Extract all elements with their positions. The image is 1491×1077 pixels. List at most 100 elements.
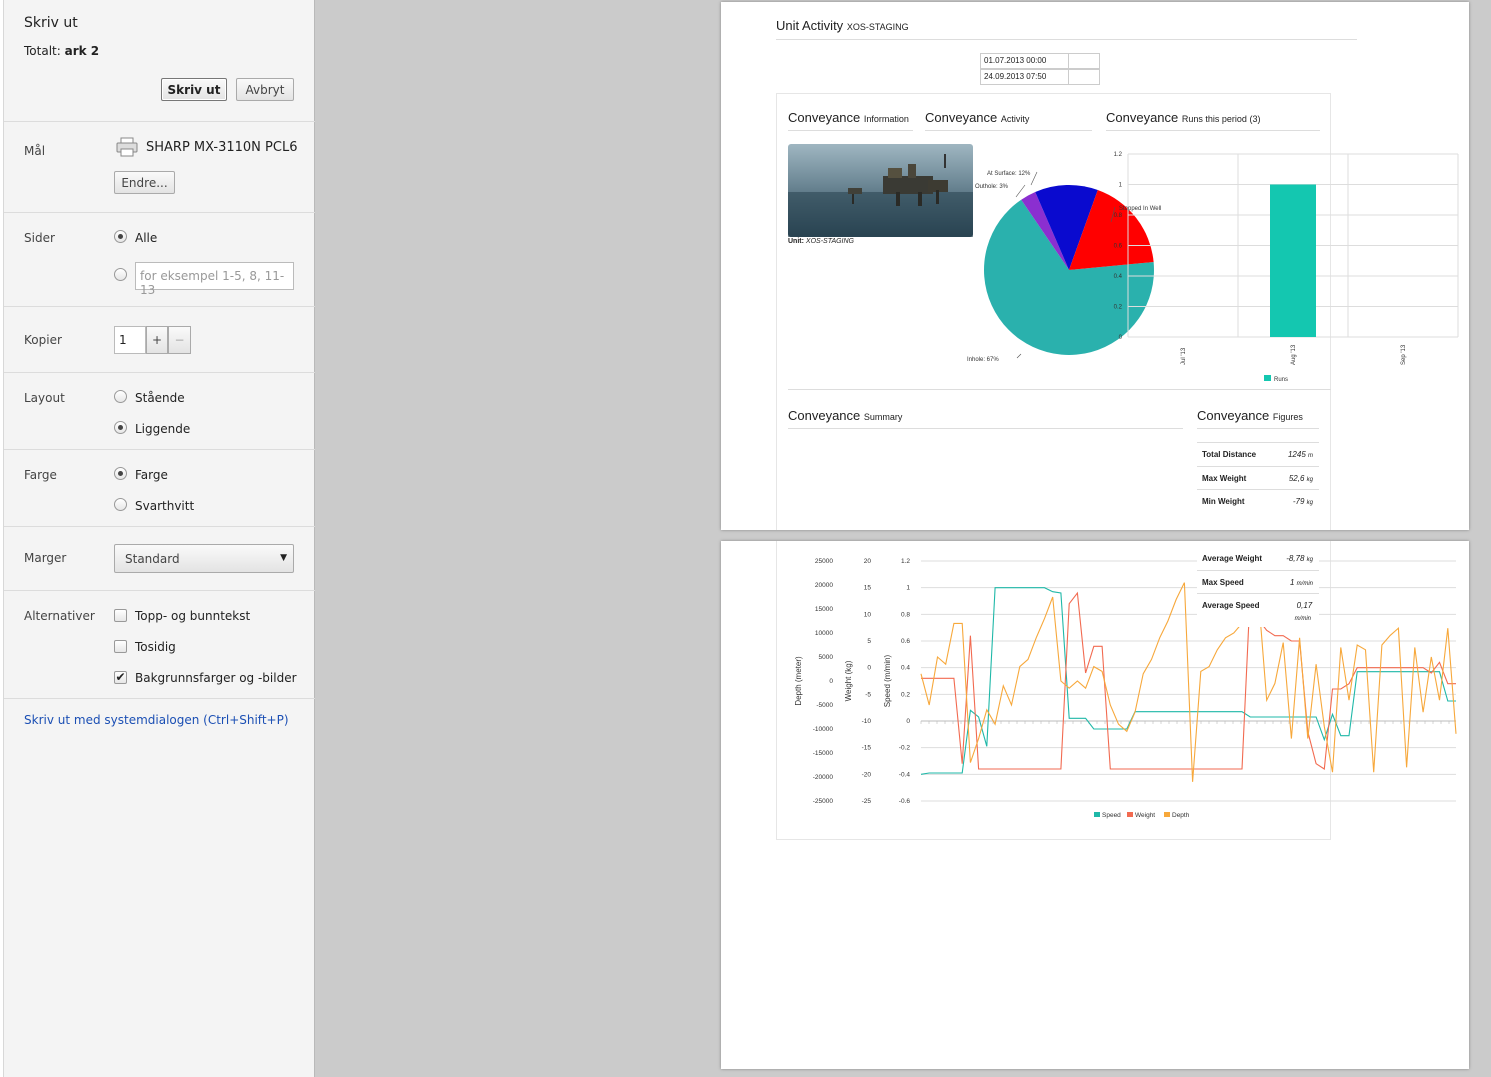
layout-portrait-radio[interactable] — [114, 390, 127, 403]
figure-label: Max Speed — [1202, 578, 1244, 587]
header-footer-checkbox[interactable] — [114, 609, 127, 622]
color-color-label[interactable]: Farge — [135, 468, 168, 482]
system-dialog-link[interactable]: Skriv ut med systemdialogen (Ctrl+Shift+… — [24, 713, 289, 727]
print-settings-panel: Skriv ut Totalt: ark 2 Skriv ut Avbryt M… — [0, 0, 315, 1077]
dialog-title: Skriv ut — [24, 15, 78, 31]
line-legend-label: Speed — [1102, 812, 1121, 819]
cancel-button[interactable]: Avbryt — [236, 78, 294, 101]
speed-axis-tick: 0.8 — [901, 611, 910, 618]
divider — [4, 449, 315, 450]
figures-table-continued: Average Weight -8,78 kg Max Speed 1 m/min … — [1197, 547, 1319, 627]
margins-select[interactable]: Standard ▼ — [114, 544, 294, 573]
speed-axis-tick: 1.2 — [901, 558, 910, 565]
figure-unit: kg — [1306, 500, 1313, 506]
preview-page-1[interactable]: Unit Activity XOS-STAGING 01.07.2013 00:… — [721, 2, 1469, 530]
runs-underline — [1106, 130, 1320, 131]
speed-axis-tick: -0.6 — [899, 798, 911, 805]
info-header-sub: Information — [863, 114, 909, 124]
bar-legend-swatch — [1264, 375, 1271, 381]
bar-y-tick: 0 — [1119, 335, 1123, 341]
copies-input[interactable]: 1 — [114, 326, 146, 354]
pages-all-label[interactable]: Alle — [135, 231, 157, 245]
figures-header-text: Conveyance — [1197, 408, 1270, 423]
weight-axis-tick: -20 — [862, 771, 872, 778]
duplex-label[interactable]: Tosidig — [135, 640, 176, 654]
copies-increment-button[interactable]: + — [146, 326, 168, 354]
pages-label: Sider — [24, 231, 55, 245]
bar-x-tick: Aug '13 — [1291, 344, 1297, 365]
pie-slice-label: At Surface: 12% — [987, 171, 1031, 177]
figure-label: Average Speed — [1202, 601, 1260, 610]
preview-page-2[interactable]: 1.2 1 0.8 0.6 0.4 0.2 0 -0.2 -0.4 -0.6 20 15 10 5 0 -5-… — [721, 541, 1469, 1069]
figure-row: Average Speed 0,17 m/min — [1197, 593, 1319, 627]
figure-value: 1 m/min — [1290, 578, 1313, 587]
print-button[interactable]: Skriv ut — [161, 78, 227, 101]
depth-axis-tick: 0 — [829, 678, 833, 685]
color-color-radio[interactable] — [114, 467, 127, 480]
figure-label: Min Weight — [1202, 497, 1245, 506]
destination-label: Mål — [24, 144, 46, 158]
date-from: 01.07.2013 00:00 — [980, 53, 1070, 69]
summary-header-text: Conveyance — [788, 408, 861, 423]
figures-table: Total Distance 1245 m Max Weight 52,6 kg M… — [1197, 442, 1319, 512]
depth-line — [920, 582, 1457, 782]
date-from-extra — [1068, 53, 1100, 69]
line-legend-swatch — [1164, 812, 1170, 817]
info-header-text: Conveyance — [788, 110, 861, 125]
color-bw-radio[interactable] — [114, 498, 127, 511]
printer-name: SHARP MX-3110N PCL6 — [146, 140, 298, 155]
pages-range-input[interactable]: for eksempel 1-5, 8, 11-13 — [135, 262, 294, 297]
speed-axis-tick: -0.2 — [899, 745, 911, 752]
weight-axis-tick: 15 — [864, 585, 872, 592]
figures-header: Conveyance Figures — [1197, 408, 1303, 423]
section-divider — [788, 389, 1331, 390]
activity-header: Conveyance Activity — [925, 110, 1029, 125]
weight-axis-tick: -5 — [865, 691, 871, 698]
layout-landscape-label[interactable]: Liggende — [135, 422, 190, 436]
background-graphics-label[interactable]: Bakgrunnsfarger og -bilder — [135, 671, 297, 685]
speed-axis-tick: 0.6 — [901, 638, 910, 645]
change-printer-button[interactable]: Endre... — [114, 171, 175, 194]
depth-axis-tick: -5000 — [816, 702, 833, 709]
figure-value: 0,17 m/min — [1294, 601, 1313, 622]
chevron-down-icon: ▼ — [280, 553, 287, 563]
bar-runs — [1270, 184, 1316, 337]
figure-label: Average Weight — [1202, 554, 1263, 563]
copies-decrement-button[interactable]: − — [168, 326, 191, 354]
figure-unit: kg — [1306, 557, 1313, 563]
divider — [4, 590, 315, 591]
figure-unit: m/min — [1294, 616, 1311, 622]
depth-axis-tick: -15000 — [813, 750, 834, 757]
date-to-extra — [1068, 69, 1100, 85]
header-footer-label[interactable]: Topp- og bunntekst — [135, 609, 250, 623]
runs-bar-chart: 0 0.2 0.4 0.6 0.8 1 1.2 Jul '13 Aug '13 Sep '13 Ru… — [1114, 152, 1459, 383]
color-label: Farge — [24, 468, 57, 482]
weight-axis-tick: -15 — [862, 745, 872, 752]
weight-axis-tick: 20 — [864, 558, 872, 565]
total-sheets: Totalt: ark 2 — [24, 44, 99, 58]
figure-row: Average Weight -8,78 kg — [1197, 547, 1319, 570]
total-value: ark 2 — [64, 44, 100, 58]
pages-custom-radio[interactable] — [114, 268, 127, 281]
printer-icon — [116, 137, 138, 157]
figure-row: Max Speed 1 m/min — [1197, 570, 1319, 593]
figure-number: 52,6 — [1288, 474, 1305, 483]
line-legend-swatch — [1094, 812, 1100, 817]
color-bw-label[interactable]: Svarthvitt — [135, 499, 194, 513]
duplex-checkbox[interactable] — [114, 640, 127, 653]
weight-axis-tick: 5 — [867, 638, 871, 645]
speed-axis-tick: 1 — [906, 585, 910, 592]
figure-label: Max Weight — [1202, 474, 1247, 483]
layout-portrait-label[interactable]: Stående — [135, 391, 185, 405]
depth-axis-tick: -10000 — [813, 726, 834, 733]
pages-all-radio[interactable] — [114, 230, 127, 243]
summary-header-sub: Summary — [863, 412, 903, 422]
pie-slice-label: Inhole: 67% — [967, 357, 999, 363]
panel-edge — [0, 0, 4, 1077]
bar-y-tick: 0.8 — [1114, 213, 1123, 219]
activity-header-text: Conveyance — [925, 110, 998, 125]
speed-axis-tick: 0.4 — [901, 665, 910, 672]
background-graphics-checkbox[interactable]: ✔ — [114, 671, 127, 684]
total-label: Totalt: — [24, 44, 65, 58]
layout-landscape-radio[interactable] — [114, 421, 127, 434]
